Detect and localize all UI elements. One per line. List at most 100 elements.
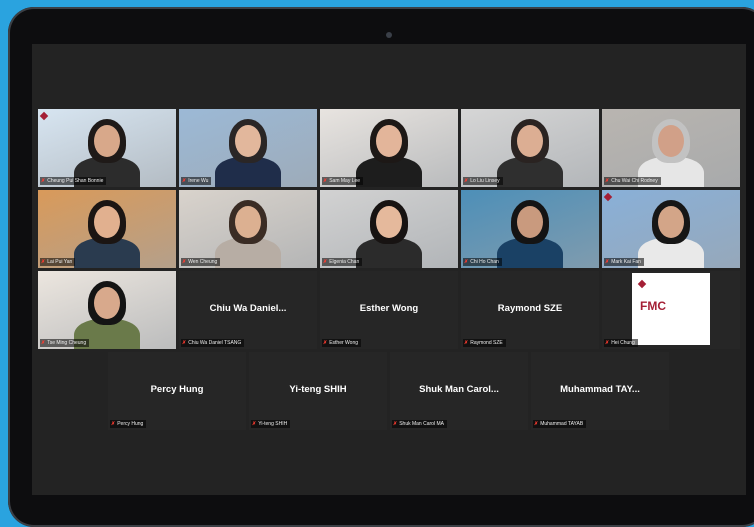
participant-display-name: Shuk Man Carol... xyxy=(419,384,499,395)
tablet-frame: ✗ Cheung Pui Shan Bonnie ✗ Irene Wu ✗ Sam May… xyxy=(8,7,754,527)
participant-name-tag: ✗ Yi-teng SHIH xyxy=(251,420,291,428)
mic-muted-icon: ✗ xyxy=(182,340,187,346)
participant-name-label: Tse Ming Cheung xyxy=(47,340,87,346)
camera-dot-icon xyxy=(386,32,392,38)
participant-name-tag: ✗ Lai Pui Yan xyxy=(40,258,76,266)
participant-display-name: Chiu Wa Daniel... xyxy=(209,303,287,314)
mic-muted-icon: ✗ xyxy=(464,178,469,184)
university-logo-mark xyxy=(39,111,49,121)
participant-name-label: Cheung Pui Shan Bonnie xyxy=(47,178,104,184)
mic-muted-icon: ✗ xyxy=(182,178,187,184)
participant-name-label: Muhammad TAYAB xyxy=(540,421,584,427)
participant-face xyxy=(517,206,543,238)
participant-name-tag: ✗ Muhammad TAYAB xyxy=(533,420,587,428)
university-logo-mark xyxy=(637,279,647,289)
participant-name-tag: ✗ Chiu Wa Daniel TSANG xyxy=(181,339,245,347)
participant-tile[interactable]: ✗ Tse Ming Cheung xyxy=(38,271,176,349)
university-logo xyxy=(603,192,636,204)
mic-muted-icon: ✗ xyxy=(323,178,328,184)
participant-face xyxy=(94,287,120,319)
participant-name-tag: ✗ Chu Wai Chi Rodney xyxy=(604,177,661,185)
mic-muted-icon: ✗ xyxy=(182,259,187,265)
participant-tile[interactable]: ✗ Elgenia Chan xyxy=(320,190,458,268)
participant-tile[interactable]: ✗ Wen Cheung xyxy=(179,190,317,268)
participant-tile[interactable]: ✗ Sam May Lee xyxy=(320,109,458,187)
participant-tile[interactable]: Muhammad TAY... ✗ Muhammad TAYAB xyxy=(531,352,669,430)
participant-name-tag: ✗ Tse Ming Cheung xyxy=(40,339,90,347)
participant-name-tag: ✗ Chi Ho Chan xyxy=(463,258,502,266)
participant-name-tag: ✗ Esther Wong xyxy=(322,339,362,347)
participant-tile[interactable]: FMC ✗ Hei Chung xyxy=(602,271,740,349)
participant-tile[interactable]: Yi-teng SHIH ✗ Yi-teng SHIH xyxy=(249,352,387,430)
participant-display-name: Raymond SZE xyxy=(497,303,563,314)
participant-name-tag: ✗ Raymond SZE xyxy=(463,339,506,347)
fmc-logo-card: FMC xyxy=(632,273,710,345)
participant-name-tag: ✗ Sam May Lee xyxy=(322,177,364,185)
mic-muted-icon: ✗ xyxy=(323,340,328,346)
participant-tile[interactable]: ✗ Cheung Pui Shan Bonnie xyxy=(38,109,176,187)
participant-tile[interactable]: ✗ Lo Liu Linsey xyxy=(461,109,599,187)
participant-tile[interactable]: ✗ Chu Wai Chi Rodney xyxy=(602,109,740,187)
participant-tile[interactable]: ✗ Lai Pui Yan xyxy=(38,190,176,268)
participant-name-label: Hei Chung xyxy=(611,340,635,346)
participant-name-tag: ✗ Percy Hung xyxy=(110,420,147,428)
participant-display-name: Muhammad TAY... xyxy=(560,384,640,395)
participant-name-label: Percy Hung xyxy=(117,421,144,427)
participant-tile[interactable]: ✗ Chi Ho Chan xyxy=(461,190,599,268)
participant-face xyxy=(235,125,261,157)
participant-face xyxy=(658,125,684,157)
participant-name-tag: ✗ Shuk Man Carol MA xyxy=(392,420,447,428)
mic-muted-icon: ✗ xyxy=(41,340,46,346)
participant-name-tag: ✗ Hei Chung xyxy=(604,339,638,347)
participant-tile[interactable]: Percy Hung ✗ Percy Hung xyxy=(108,352,246,430)
participant-name-tag: ✗ Lo Liu Linsey xyxy=(463,177,503,185)
participant-name-label: Sam May Lee xyxy=(329,178,361,184)
participant-tile[interactable]: Shuk Man Carol... ✗ Shuk Man Carol MA xyxy=(390,352,528,430)
participant-name-label: Chi Ho Chan xyxy=(470,259,499,265)
university-logo-mark xyxy=(603,192,613,202)
mic-muted-icon: ✗ xyxy=(111,421,116,427)
participant-name-label: Esther Wong xyxy=(329,340,359,346)
participant-tile[interactable]: ✗ Mark Kai Fan xyxy=(602,190,740,268)
mic-muted-icon: ✗ xyxy=(605,340,610,346)
participant-name-label: Lo Liu Linsey xyxy=(470,178,500,184)
participant-display-name: Percy Hung xyxy=(150,384,204,395)
mic-muted-icon: ✗ xyxy=(534,421,539,427)
participant-display-name: Esther Wong xyxy=(359,303,419,314)
participant-name-tag: ✗ Elgenia Chan xyxy=(322,258,363,266)
participant-name-label: Mark Kai Fan xyxy=(611,259,641,265)
mic-muted-icon: ✗ xyxy=(323,259,328,265)
participant-name-tag: ✗ Cheung Pui Shan Bonnie xyxy=(40,177,107,185)
participant-name-label: Lai Pui Yan xyxy=(47,259,73,265)
participant-name-label: Wen Cheung xyxy=(188,259,218,265)
participant-name-tag: ✗ Irene Wu xyxy=(181,177,212,185)
participant-name-tag: ✗ Wen Cheung xyxy=(181,258,221,266)
mic-muted-icon: ✗ xyxy=(464,259,469,265)
participant-display-name: Yi-teng SHIH xyxy=(289,384,347,395)
participant-name-tag: ✗ Mark Kai Fan xyxy=(604,258,644,266)
participant-face xyxy=(517,125,543,157)
participant-name-label: Elgenia Chan xyxy=(329,259,360,265)
participant-face xyxy=(94,125,120,157)
participant-name-label: Raymond SZE xyxy=(470,340,503,346)
participant-tile[interactable]: Chiu Wa Daniel... ✗ Chiu Wa Daniel TSANG xyxy=(179,271,317,349)
participant-name-label: Shuk Man Carol MA xyxy=(399,421,444,427)
participant-name-label: Irene Wu xyxy=(188,178,209,184)
participant-name-label: Chiu Wa Daniel TSANG xyxy=(188,340,242,346)
participant-tile[interactable]: Esther Wong ✗ Esther Wong xyxy=(320,271,458,349)
mic-muted-icon: ✗ xyxy=(464,340,469,346)
participant-face xyxy=(376,125,402,157)
participant-name-label: Yi-teng SHIH xyxy=(258,421,288,427)
participant-face xyxy=(658,206,684,238)
participant-face xyxy=(376,206,402,238)
mic-muted-icon: ✗ xyxy=(41,259,46,265)
mic-muted-icon: ✗ xyxy=(605,259,610,265)
mic-muted-icon: ✗ xyxy=(393,421,398,427)
participant-tile[interactable]: Raymond SZE ✗ Raymond SZE xyxy=(461,271,599,349)
mic-muted-icon: ✗ xyxy=(41,178,46,184)
participant-tile[interactable]: ✗ Irene Wu xyxy=(179,109,317,187)
mic-muted-icon: ✗ xyxy=(252,421,257,427)
participant-face xyxy=(94,206,120,238)
mic-muted-icon: ✗ xyxy=(605,178,610,184)
participant-name-label: Chu Wai Chi Rodney xyxy=(611,178,658,184)
